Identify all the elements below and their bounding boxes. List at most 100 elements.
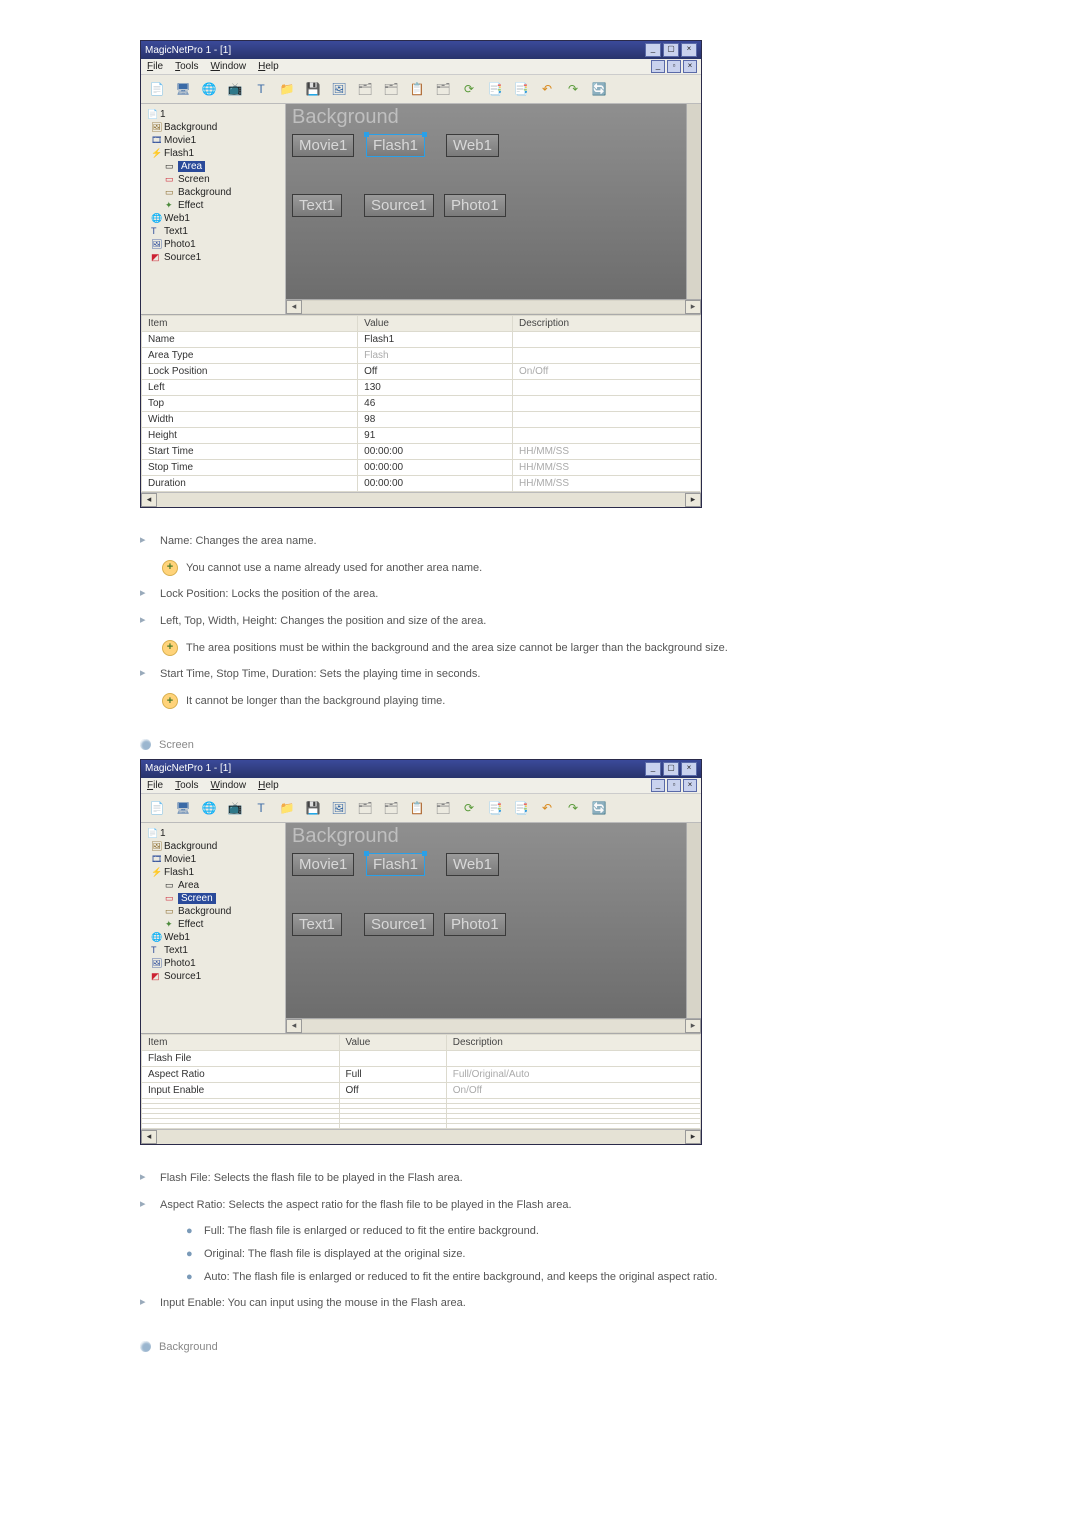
canvas-area[interactable]: Source1 — [364, 913, 434, 936]
maximize-button[interactable]: ▢ — [663, 43, 679, 57]
toolbar-button[interactable]: 🖥 — [173, 798, 193, 818]
props-cell[interactable]: 00:00:00 — [358, 476, 513, 492]
mdi-minimize[interactable]: _ — [651, 779, 665, 792]
toolbar-button[interactable]: 🖼 — [329, 798, 349, 818]
minimize-button[interactable]: _ — [645, 43, 661, 57]
tree-node[interactable]: 🖼Background — [143, 840, 283, 853]
menu-help[interactable]: Help — [258, 61, 279, 72]
canvas-area[interactable]: Movie1 — [292, 134, 354, 157]
tree-node[interactable]: ◩Source1 — [143, 251, 283, 264]
mdi-restore[interactable]: ▫ — [667, 779, 681, 792]
canvas-area[interactable]: Flash1 — [366, 853, 425, 876]
toolbar-button[interactable]: 📄 — [147, 798, 167, 818]
tree-panel[interactable]: 📄1🖼Background🎞Movie1⚡Flash1▭Area▭Screen▭… — [141, 823, 286, 1033]
props-cell[interactable]: 130 — [358, 380, 513, 396]
minimize-button[interactable]: _ — [645, 762, 661, 776]
tree-panel[interactable]: 📄1🖼Background🎞Movie1⚡Flash1▭Area▭Screen▭… — [141, 104, 286, 314]
toolbar-button[interactable]: 🖼 — [329, 79, 349, 99]
toolbar-button[interactable]: 🔄 — [589, 79, 609, 99]
toolbar-button[interactable]: ↷ — [563, 798, 583, 818]
tree-node[interactable]: TText1 — [143, 225, 283, 238]
tree-node[interactable]: ▭Background — [143, 186, 283, 199]
menu-tools[interactable]: Tools — [175, 780, 198, 791]
mdi-restore[interactable]: ▫ — [667, 60, 681, 73]
toolbar-button[interactable]: 🗂 — [355, 798, 375, 818]
canvas-area[interactable]: Web1 — [446, 134, 499, 157]
props-row[interactable]: NameFlash1 — [142, 332, 701, 348]
canvas-hscroll[interactable]: ◂▸ — [286, 1018, 701, 1033]
toolbar-button[interactable]: T — [251, 798, 271, 818]
tree-node[interactable]: 🖼Background — [143, 121, 283, 134]
canvas-area[interactable]: Photo1 — [444, 194, 506, 217]
menu-file[interactable]: File — [147, 61, 163, 72]
toolbar-button[interactable]: 💾 — [303, 798, 323, 818]
props-cell[interactable]: 46 — [358, 396, 513, 412]
canvas-area[interactable]: Text1 — [292, 194, 342, 217]
tree-node[interactable]: ✦Effect — [143, 199, 283, 212]
toolbar-button[interactable]: 📑 — [511, 798, 531, 818]
canvas-vscroll[interactable] — [686, 104, 701, 299]
toolbar-button[interactable]: 🗂 — [381, 79, 401, 99]
props-row[interactable]: Aspect RatioFullFull/Original/Auto — [142, 1066, 701, 1082]
props-row[interactable]: Input EnableOffOn/Off — [142, 1082, 701, 1098]
toolbar-button[interactable]: 💾 — [303, 79, 323, 99]
canvas-area[interactable]: Source1 — [364, 194, 434, 217]
props-row[interactable]: Height91 — [142, 428, 701, 444]
canvas-area[interactable]: Web1 — [446, 853, 499, 876]
props-cell[interactable]: 98 — [358, 412, 513, 428]
props-row[interactable]: Left130 — [142, 380, 701, 396]
toolbar-button[interactable]: 🗂 — [433, 798, 453, 818]
maximize-button[interactable]: ▢ — [663, 762, 679, 776]
close-button[interactable]: × — [681, 43, 697, 57]
toolbar-button[interactable]: 🔄 — [589, 798, 609, 818]
props-cell[interactable]: Flash1 — [358, 332, 513, 348]
props-hscroll[interactable]: ◂▸ — [141, 492, 701, 507]
toolbar-button[interactable]: ↶ — [537, 798, 557, 818]
props-cell[interactable] — [339, 1050, 446, 1066]
props-cell[interactable]: 00:00:00 — [358, 444, 513, 460]
canvas-area[interactable]: Photo1 — [444, 913, 506, 936]
tree-node[interactable]: ▭Area — [143, 160, 283, 173]
canvas-area[interactable]: Movie1 — [292, 853, 354, 876]
props-hscroll[interactable]: ◂▸ — [141, 1129, 701, 1144]
props-cell[interactable]: Off — [339, 1082, 446, 1098]
toolbar-button[interactable]: 📋 — [407, 79, 427, 99]
menu-window[interactable]: Window — [210, 780, 246, 791]
props-row[interactable]: Start Time00:00:00HH/MM/SS — [142, 444, 701, 460]
toolbar-button[interactable]: 🗂 — [381, 798, 401, 818]
toolbar-button[interactable]: 📋 — [407, 798, 427, 818]
canvas-hscroll[interactable]: ◂▸ — [286, 299, 701, 314]
menu-window[interactable]: Window — [210, 61, 246, 72]
toolbar-button[interactable]: 📑 — [485, 798, 505, 818]
tree-node[interactable]: ⚡Flash1 — [143, 147, 283, 160]
tree-node[interactable]: 🎞Movie1 — [143, 853, 283, 866]
props-row[interactable]: Flash File — [142, 1050, 701, 1066]
props-row[interactable]: Stop Time00:00:00HH/MM/SS — [142, 460, 701, 476]
props-row[interactable]: Area TypeFlash — [142, 348, 701, 364]
tree-node[interactable]: ▭Screen — [143, 173, 283, 186]
close-button[interactable]: × — [681, 762, 697, 776]
canvas-area[interactable]: Flash1 — [366, 134, 425, 157]
props-cell[interactable]: Off — [358, 364, 513, 380]
toolbar-button[interactable]: 🌐 — [199, 79, 219, 99]
mdi-close[interactable]: × — [683, 779, 697, 792]
props-cell[interactable]: Flash — [358, 348, 513, 364]
canvas-area[interactable]: Text1 — [292, 913, 342, 936]
toolbar-button[interactable]: 📄 — [147, 79, 167, 99]
toolbar-button[interactable]: ⟳ — [459, 798, 479, 818]
layout-canvas[interactable]: BackgroundMovie1Flash1Web1Text1Source1Ph… — [286, 823, 701, 1018]
toolbar-button[interactable]: ↶ — [537, 79, 557, 99]
tree-node[interactable]: 🎞Movie1 — [143, 134, 283, 147]
tree-node[interactable]: 📄1 — [143, 108, 283, 121]
props-row[interactable]: Top46 — [142, 396, 701, 412]
props-row[interactable] — [142, 1123, 701, 1128]
tree-node[interactable]: ◩Source1 — [143, 970, 283, 983]
toolbar-button[interactable]: ↷ — [563, 79, 583, 99]
toolbar-button[interactable]: 🌐 — [199, 798, 219, 818]
toolbar-button[interactable]: 📺 — [225, 79, 245, 99]
tree-node[interactable]: 📄1 — [143, 827, 283, 840]
tree-node[interactable]: ▭Background — [143, 905, 283, 918]
mdi-close[interactable]: × — [683, 60, 697, 73]
props-row[interactable]: Width98 — [142, 412, 701, 428]
tree-node[interactable]: 🌐Web1 — [143, 212, 283, 225]
